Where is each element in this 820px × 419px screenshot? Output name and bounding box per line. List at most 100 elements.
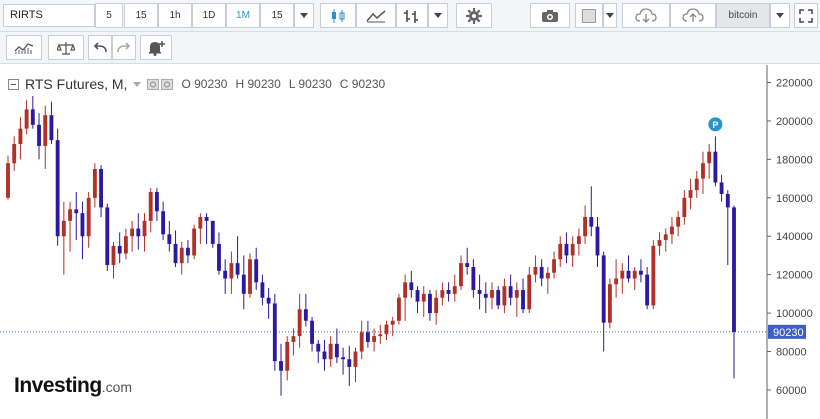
interval-1d-button[interactable]: 1D bbox=[192, 3, 226, 28]
candle-body bbox=[86, 197, 91, 237]
candle-body bbox=[55, 140, 60, 237]
logo-suffix: .com bbox=[101, 379, 133, 395]
candle-body bbox=[111, 245, 116, 266]
candle-body bbox=[390, 320, 395, 325]
candle bbox=[136, 213, 141, 250]
indicators-button[interactable] bbox=[356, 3, 396, 28]
candle-body bbox=[37, 124, 41, 146]
candle bbox=[105, 203, 110, 271]
candle-body bbox=[595, 226, 600, 256]
candle-body bbox=[533, 266, 538, 275]
settings-button[interactable] bbox=[456, 3, 492, 28]
candle-body bbox=[310, 320, 314, 344]
interval-5-button[interactable]: 5 bbox=[95, 3, 123, 28]
caret-down-icon bbox=[434, 13, 442, 18]
candle-body bbox=[347, 359, 352, 367]
candle-body bbox=[459, 263, 463, 287]
candle bbox=[719, 174, 724, 202]
candle bbox=[86, 192, 91, 248]
candle bbox=[552, 251, 556, 279]
price-chart[interactable]: P 60000 80000 100000 120000 140000 160000 1800… bbox=[0, 65, 820, 419]
compare-dropdown-button[interactable] bbox=[428, 3, 448, 28]
candle bbox=[496, 286, 501, 310]
candle-body bbox=[415, 290, 420, 302]
candle-body bbox=[316, 343, 321, 352]
interval-1m-button[interactable]: 1M bbox=[226, 3, 260, 28]
candle bbox=[130, 220, 135, 252]
candle bbox=[235, 236, 240, 279]
candle-body bbox=[217, 243, 221, 271]
candle-body bbox=[80, 213, 85, 237]
candle-body bbox=[670, 226, 674, 235]
candle-body bbox=[638, 270, 643, 275]
candle bbox=[217, 232, 221, 275]
price-axis: 60000 80000 100000 120000 140000 160000 180000… bbox=[766, 65, 813, 419]
candle bbox=[434, 290, 439, 325]
collapse-icon[interactable] bbox=[8, 78, 19, 90]
candle bbox=[688, 178, 693, 210]
candle bbox=[322, 339, 327, 371]
load-layout-button[interactable] bbox=[622, 3, 670, 28]
candle bbox=[620, 263, 625, 294]
candle bbox=[316, 339, 321, 364]
candle bbox=[663, 228, 668, 252]
candle-body bbox=[403, 282, 408, 298]
candle-body bbox=[285, 341, 290, 371]
drawing-toolbar bbox=[0, 32, 820, 64]
interval-1h-button[interactable]: 1h bbox=[158, 3, 192, 28]
compare-button[interactable] bbox=[396, 3, 428, 28]
candles-button[interactable] bbox=[320, 3, 356, 28]
candle bbox=[359, 320, 364, 360]
candle bbox=[527, 266, 532, 314]
candle-body bbox=[657, 240, 662, 246]
interval-dropdown-button[interactable] bbox=[294, 3, 314, 28]
candle bbox=[607, 278, 612, 329]
candle-body bbox=[266, 297, 271, 304]
candle bbox=[347, 345, 352, 387]
fullscreen-icon bbox=[799, 8, 813, 23]
symbol-input[interactable]: RIRTS bbox=[3, 4, 95, 27]
layout-dropdown-button[interactable] bbox=[770, 3, 790, 28]
candle-body bbox=[564, 243, 569, 256]
undo-button[interactable] bbox=[88, 35, 112, 60]
snapshot-button[interactable] bbox=[530, 3, 570, 28]
last-price-label: 90230 bbox=[773, 327, 804, 339]
save-layout-button[interactable] bbox=[670, 3, 716, 28]
candle-body bbox=[223, 270, 228, 279]
caret-down-icon bbox=[776, 13, 784, 18]
candle bbox=[37, 113, 41, 160]
price-tick-label: 160000 bbox=[776, 193, 813, 205]
candle bbox=[310, 316, 314, 352]
candle-body bbox=[248, 259, 252, 294]
add-alert-button[interactable] bbox=[140, 35, 172, 60]
candle bbox=[43, 105, 48, 169]
candle bbox=[117, 232, 122, 264]
candle-body bbox=[384, 324, 389, 335]
candle bbox=[365, 320, 370, 348]
candle bbox=[384, 320, 389, 340]
interval-15-button[interactable]: 15 bbox=[124, 3, 158, 28]
indicators-panel-button[interactable] bbox=[6, 35, 42, 60]
candle-body bbox=[527, 274, 532, 310]
candle bbox=[403, 274, 408, 321]
visibility-settings-icon[interactable] bbox=[147, 78, 174, 90]
redo-button[interactable] bbox=[112, 35, 136, 60]
color-dropdown-button[interactable] bbox=[603, 3, 617, 28]
interval-15-alt-button[interactable]: 15 bbox=[260, 3, 294, 28]
candle-body bbox=[409, 282, 414, 291]
candle-body bbox=[521, 290, 525, 310]
compare-symbol-button[interactable] bbox=[48, 35, 84, 60]
candle bbox=[186, 240, 190, 264]
fullscreen-button[interactable] bbox=[794, 3, 818, 28]
caret-down-icon[interactable] bbox=[133, 81, 142, 87]
candle-body bbox=[477, 290, 482, 294]
color-picker-button[interactable] bbox=[575, 3, 603, 28]
candle-body bbox=[682, 197, 687, 218]
candle bbox=[539, 259, 544, 287]
candle bbox=[279, 343, 283, 396]
saved-layout-name[interactable]: bitcoin bbox=[716, 3, 770, 28]
candle bbox=[638, 259, 643, 283]
candle bbox=[74, 192, 79, 241]
candle bbox=[533, 255, 538, 283]
price-tick-label: 220000 bbox=[776, 78, 813, 90]
